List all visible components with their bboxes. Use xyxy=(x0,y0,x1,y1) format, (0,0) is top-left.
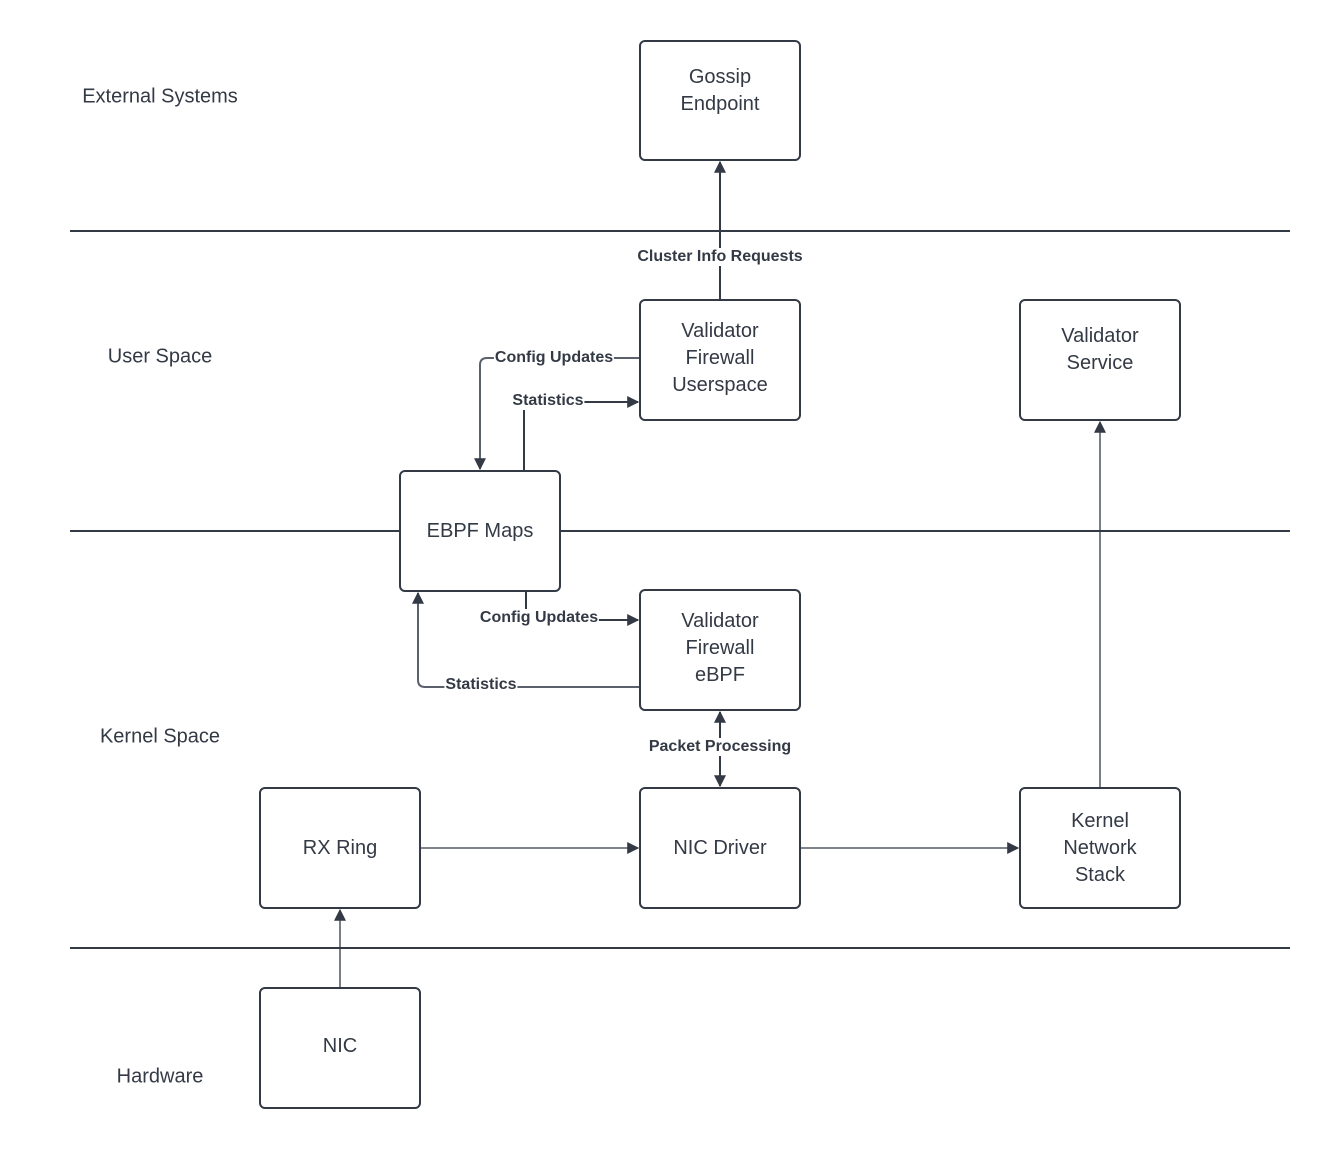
edge-label-packet-processing: Packet Processing xyxy=(647,738,793,756)
edge-label-statistics-kernel: Statistics xyxy=(444,676,518,694)
edge-label-config-updates-kernel: Config Updates xyxy=(478,609,600,627)
node-nic[interactable]: NIC xyxy=(259,987,421,1109)
node-kernel-network-stack[interactable]: Kernel Network Stack xyxy=(1019,787,1181,909)
node-nic-driver[interactable]: NIC Driver xyxy=(639,787,801,909)
node-validator-firewall-userspace[interactable]: Validator Firewall Userspace xyxy=(639,299,801,421)
edge-label-statistics-user: Statistics xyxy=(511,392,585,410)
node-validator-service[interactable]: Validator Service xyxy=(1019,299,1181,421)
node-gossip-endpoint[interactable]: Gossip Endpoint xyxy=(639,40,801,161)
node-ebpf-maps[interactable]: EBPF Maps xyxy=(399,470,561,592)
lane-label-user-space: User Space xyxy=(107,345,213,368)
lane-label-hardware: Hardware xyxy=(116,1065,204,1088)
lane-label-external-systems: External Systems xyxy=(82,85,238,108)
edge-statistics-ebpf-to-maps[interactable] xyxy=(412,591,640,688)
diagram-canvas xyxy=(70,160,1290,988)
lane-label-kernel-space: Kernel Space xyxy=(99,725,221,748)
edge-label-cluster-info-requests: Cluster Info Requests xyxy=(636,248,804,266)
node-rx-ring[interactable]: RX Ring xyxy=(259,787,421,909)
edge-statistics-maps-to-user[interactable] xyxy=(523,396,640,471)
node-validator-firewall-ebpf[interactable]: Validator Firewall eBPF xyxy=(639,589,801,711)
edge-config-updates-user-to-maps[interactable] xyxy=(474,357,640,471)
edge-label-config-updates-user: Config Updates xyxy=(493,349,615,367)
